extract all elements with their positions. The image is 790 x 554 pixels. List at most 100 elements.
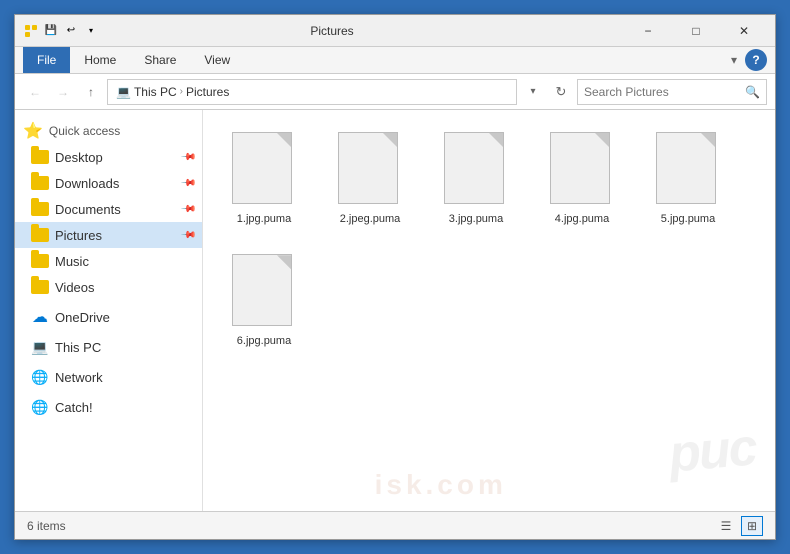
sidebar-item-catch[interactable]: 🌐 Catch! (15, 394, 202, 420)
file-item[interactable]: 1.jpg.puma (219, 126, 309, 232)
file-icon (444, 132, 508, 208)
catch-icon: 🌐 (31, 398, 49, 416)
sidebar-item-videos[interactable]: Videos (15, 274, 202, 300)
file-corner (595, 133, 609, 147)
file-name: 2.jpeg.puma (340, 212, 401, 226)
view-controls: ☰ ⊞ (715, 516, 763, 536)
sidebar-item-desktop[interactable]: Desktop 📌 (15, 144, 202, 170)
ribbon-expand-icon[interactable]: ▾ (731, 53, 737, 67)
file-corner (383, 133, 397, 147)
file-item[interactable]: 4.jpg.puma (537, 126, 627, 232)
network-icon: 🌐 (31, 368, 49, 386)
file-name: 5.jpg.puma (661, 212, 715, 226)
file-icon (232, 254, 296, 330)
file-grid: 1.jpg.puma 2.jpeg.puma (219, 126, 759, 355)
up-button[interactable]: ↑ (79, 80, 103, 104)
quick-access-toolbar (23, 23, 39, 39)
folder-icon (31, 226, 49, 244)
sidebar-item-documents[interactable]: Documents 📌 (15, 196, 202, 222)
tab-share[interactable]: Share (130, 47, 190, 73)
tab-home[interactable]: Home (70, 47, 130, 73)
ribbon: File Home Share View ▾ ? (15, 47, 775, 74)
file-page (444, 132, 504, 204)
file-name: 1.jpg.puma (237, 212, 291, 226)
file-icon (656, 132, 720, 208)
folder-icon (31, 278, 49, 296)
sidebar-item-thispc[interactable]: 💻 This PC (15, 334, 202, 360)
explorer-window: 💾 ↩ ▾ Pictures − □ ✕ File Home Share Vie… (14, 14, 776, 540)
address-bar: ← → ↑ 💻 This PC › Pictures ▾ ↻ 🔍 (15, 74, 775, 110)
file-page (232, 132, 292, 204)
folder-icon (31, 148, 49, 166)
watermark2: isk.com (375, 469, 507, 501)
file-page (338, 132, 398, 204)
pin-icon: 📌 (179, 149, 196, 166)
tab-view[interactable]: View (190, 47, 244, 73)
status-bar: 6 items ☰ ⊞ (15, 511, 775, 539)
path-thispc: 💻 This PC (116, 85, 177, 99)
network-section: 🌐 Network (15, 364, 202, 390)
pin-icon: 📌 (179, 201, 196, 218)
search-box[interactable]: 🔍 (577, 79, 767, 105)
file-icon (338, 132, 402, 208)
title-bar: 💾 ↩ ▾ Pictures − □ ✕ (15, 15, 775, 47)
file-page (656, 132, 716, 204)
search-icon: 🔍 (745, 85, 760, 99)
thispc-icon: 💻 (31, 338, 49, 356)
item-count: 6 items (27, 519, 66, 533)
sidebar-item-onedrive[interactable]: ☁ OneDrive (15, 304, 202, 330)
path-separator: › (180, 86, 183, 97)
file-item[interactable]: 5.jpg.puma (643, 126, 733, 232)
file-name: 3.jpg.puma (449, 212, 503, 226)
file-corner (701, 133, 715, 147)
file-area: риc isk.com 1.jpg.puma (203, 110, 775, 511)
dropdown-button[interactable]: ▾ (521, 80, 545, 104)
file-icon (232, 132, 296, 208)
sidebar-item-music[interactable]: Music (15, 248, 202, 274)
thispc-section: 💻 This PC (15, 334, 202, 360)
forward-button[interactable]: → (51, 80, 75, 104)
file-corner (277, 255, 291, 269)
file-item[interactable]: 3.jpg.puma (431, 126, 521, 232)
maximize-button[interactable]: □ (673, 17, 719, 45)
file-item[interactable]: 6.jpg.puma (219, 248, 309, 354)
file-page (232, 254, 292, 326)
pin-icon: 📌 (179, 175, 196, 192)
file-name: 6.jpg.puma (237, 334, 291, 348)
path-current: Pictures (186, 85, 229, 99)
sidebar-item-pictures[interactable]: Pictures 📌 (15, 222, 202, 248)
back-button[interactable]: ← (23, 80, 47, 104)
watermark: риc (666, 417, 757, 484)
help-button[interactable]: ? (745, 49, 767, 71)
search-input[interactable] (584, 85, 745, 99)
address-path[interactable]: 💻 This PC › Pictures (107, 79, 517, 105)
folder-icon (31, 200, 49, 218)
sidebar-item-downloads[interactable]: Downloads 📌 (15, 170, 202, 196)
minimize-button[interactable]: − (625, 17, 671, 45)
onedrive-icon: ☁ (31, 308, 49, 326)
ribbon-tabs: File Home Share View ▾ ? (15, 47, 775, 73)
tab-file[interactable]: File (23, 47, 70, 73)
sidebar-item-network[interactable]: 🌐 Network (15, 364, 202, 390)
file-icon (550, 132, 614, 208)
folder-icon (31, 174, 49, 192)
file-page (550, 132, 610, 204)
close-button[interactable]: ✕ (721, 17, 767, 45)
refresh-button[interactable]: ↻ (549, 80, 573, 104)
star-icon: ⭐ (23, 121, 43, 141)
file-corner (277, 133, 291, 147)
main-content: ⭐ Quick access Desktop 📌 Downloads 📌 Doc… (15, 110, 775, 511)
onedrive-section: ☁ OneDrive (15, 304, 202, 330)
pin-icon: 📌 (179, 227, 196, 244)
folder-icon (31, 252, 49, 270)
quick-access-section: ⭐ Quick access Desktop 📌 Downloads 📌 Doc… (15, 118, 202, 300)
file-name: 4.jpg.puma (555, 212, 609, 226)
sidebar: ⭐ Quick access Desktop 📌 Downloads 📌 Doc… (15, 110, 203, 511)
catch-section: 🌐 Catch! (15, 394, 202, 420)
list-view-button[interactable]: ☰ (715, 516, 737, 536)
title-bar-controls: − □ ✕ (625, 17, 767, 45)
file-item[interactable]: 2.jpeg.puma (325, 126, 415, 232)
icon-view-button[interactable]: ⊞ (741, 516, 763, 536)
quick-access-header[interactable]: ⭐ Quick access (15, 118, 202, 144)
file-corner (489, 133, 503, 147)
